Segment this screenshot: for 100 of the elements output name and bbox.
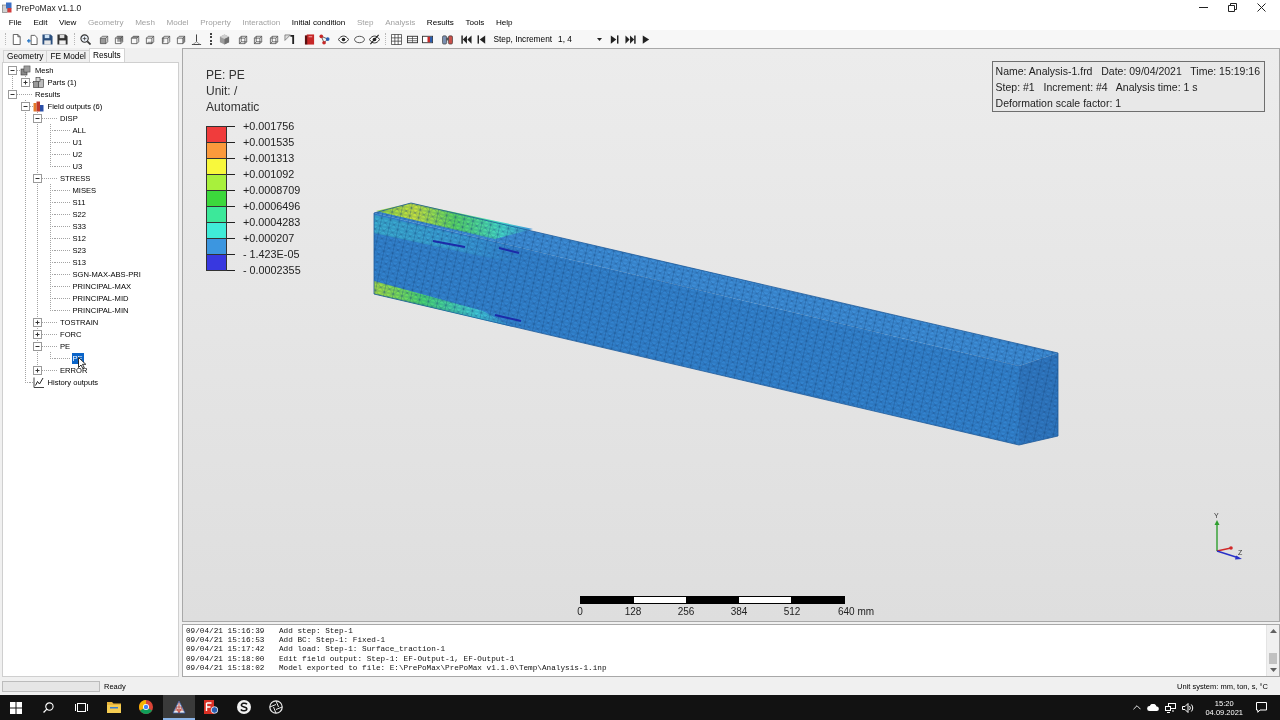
network-icon[interactable]	[1165, 702, 1177, 713]
line-chart-icon	[32, 376, 44, 388]
minus-box-icon[interactable]	[33, 341, 42, 351]
info-line: Name: Analysis-1.frd Date: 09/04/2021 Time: 15:19:16	[995, 64, 1260, 79]
minus-box-icon[interactable]	[8, 89, 17, 99]
node-graph-icon[interactable]	[318, 33, 330, 45]
cube-view-icon[interactable]	[99, 33, 111, 45]
search-icon[interactable]	[43, 702, 55, 713]
notification-icon[interactable]	[1256, 702, 1267, 713]
minus-box-icon[interactable]	[20, 101, 30, 111]
legend-value: - 0.0002355	[243, 264, 301, 276]
new-file-icon[interactable]	[11, 33, 23, 45]
scale-label: 256	[677, 606, 695, 617]
plus-box-icon[interactable]	[33, 329, 42, 339]
cube-view-icon[interactable]	[175, 33, 187, 45]
legend-value: +0.001535	[243, 136, 295, 148]
wireframe-cube-icon[interactable]	[238, 33, 250, 45]
cube-view-icon[interactable]	[145, 33, 157, 45]
minus-box-icon[interactable]	[33, 173, 42, 183]
axis-triad-icon	[1214, 520, 1242, 560]
menu-item[interactable]: File	[3, 16, 28, 29]
mesh-logo-icon	[171, 699, 186, 714]
volume-icon[interactable]	[1182, 702, 1195, 713]
shaded-cube-icon[interactable]	[218, 33, 230, 45]
menu-item[interactable]: Tools	[459, 16, 491, 29]
menu-item[interactable]: Initial condition	[285, 16, 352, 29]
play-icon[interactable]	[640, 33, 651, 45]
legend-unit: Unit: /	[206, 83, 239, 99]
menu-item[interactable]: Results	[421, 16, 460, 29]
close-icon[interactable]	[1257, 3, 1266, 12]
eye-off-icon[interactable]	[369, 33, 381, 45]
books-icon	[32, 100, 44, 112]
panel-tab[interactable]: Geometry	[3, 50, 48, 62]
book-icon[interactable]	[303, 33, 315, 45]
plus-box-icon[interactable]	[20, 77, 30, 87]
swirl-icon	[236, 699, 251, 714]
table-legend-icon[interactable]	[422, 33, 434, 45]
restore-icon[interactable]	[1228, 3, 1237, 12]
color-wheel-icon	[139, 699, 154, 714]
window-title: PrePoMax v1.1.0	[16, 2, 82, 13]
minus-box-icon[interactable]	[8, 65, 17, 75]
app-logo-icon	[2, 2, 12, 13]
menu-item[interactable]: Edit	[27, 16, 54, 29]
step-forward-icon[interactable]	[609, 33, 621, 45]
cube-view-icon[interactable]	[129, 33, 141, 45]
legend-mode: Automatic	[206, 99, 261, 115]
scale-label: 128	[624, 606, 642, 617]
scrollbar[interactable]	[1266, 625, 1279, 676]
cubes-icon	[32, 76, 44, 88]
minus-box-icon[interactable]	[33, 113, 42, 123]
legend-value: +0.0004283	[243, 216, 301, 228]
eye-icon[interactable]	[338, 33, 350, 45]
panel-tab[interactable]: Results	[88, 48, 125, 62]
skip-to-end-icon[interactable]	[624, 33, 636, 45]
save-as-icon[interactable]	[41, 33, 53, 45]
wireframe-cube-icon[interactable]	[268, 33, 280, 45]
save-icon[interactable]	[57, 33, 69, 45]
info-line: Deformation scale factor: 1	[995, 96, 1123, 111]
windows-start-icon[interactable]	[10, 701, 23, 714]
legend-value: +0.001313	[243, 152, 295, 164]
folder-icon	[106, 700, 121, 713]
chevron-up-icon[interactable]	[1133, 705, 1142, 710]
letter-f-app-icon	[204, 699, 219, 714]
ellipse-icon[interactable]	[353, 33, 365, 45]
step-increment-label: Step, Increment	[493, 34, 553, 44]
scroll-up-icon[interactable]	[1269, 629, 1277, 633]
binoculars-icon[interactable]	[441, 33, 453, 45]
plus-box-icon[interactable]	[33, 365, 42, 375]
zoom-icon[interactable]	[79, 33, 91, 45]
add-file-icon[interactable]	[26, 33, 38, 45]
step-back-icon[interactable]	[476, 33, 488, 45]
cube-view-icon[interactable]	[160, 33, 172, 45]
plus-box-icon[interactable]	[33, 317, 42, 327]
legend-value: - 1.423E-05	[243, 248, 300, 260]
mesh-cubes-icon	[20, 64, 31, 76]
skip-to-start-icon[interactable]	[460, 33, 472, 45]
section-cut-icon[interactable]	[284, 33, 296, 45]
axes-icon[interactable]	[191, 33, 203, 45]
cube-view-icon[interactable]	[114, 33, 126, 45]
scale-label: 640 mm	[838, 606, 875, 617]
scrollbar-thumb[interactable]	[1269, 653, 1277, 664]
table-icon[interactable]	[406, 33, 418, 45]
taskbar-button[interactable]	[162, 695, 195, 720]
aperture-icon	[269, 699, 284, 714]
3d-viewport[interactable]	[182, 48, 1280, 622]
legend-value: +0.0006496	[243, 200, 301, 212]
scroll-down-icon[interactable]	[1269, 668, 1277, 672]
info-line: Step: #1 Increment: #4 Analysis time: 1 s	[995, 80, 1199, 95]
caret-icon	[597, 37, 603, 41]
legend-value: +0.0008709	[243, 184, 301, 196]
wireframe-cube-icon[interactable]	[253, 33, 265, 45]
menu-item[interactable]: View	[53, 16, 83, 29]
panel-tab[interactable]: FE Model	[46, 50, 90, 62]
step-increment-dropdown[interactable]: 1, 4	[556, 32, 605, 46]
task-view-icon[interactable]	[74, 702, 88, 713]
legend-value: +0.001756	[243, 120, 295, 132]
grid-icon[interactable]	[391, 33, 403, 45]
menu-item[interactable]: Help	[490, 16, 519, 29]
cloud-icon[interactable]	[1147, 704, 1160, 711]
scale-label: 512	[783, 606, 801, 617]
